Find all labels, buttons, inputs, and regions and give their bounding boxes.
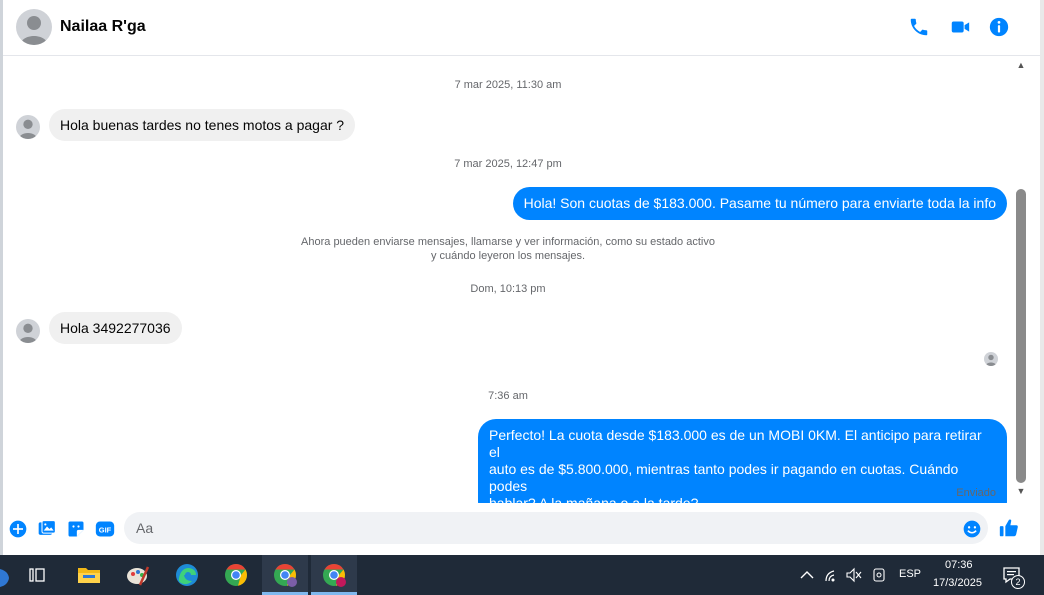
contact-avatar-small (16, 319, 40, 343)
privacy-notice: Ahora pueden enviarse mensajes, llamarse… (3, 235, 1013, 263)
contact-avatar-small (16, 115, 40, 139)
chat-header: Nailaa R'ga (3, 0, 1040, 56)
timestamp: 7:36 am (488, 390, 528, 402)
tray-clock-time[interactable]: 07:36 (945, 559, 973, 571)
edge-icon (176, 564, 198, 586)
edge-button[interactable] (164, 555, 210, 595)
chrome-profile-button[interactable] (262, 555, 308, 595)
device-icon[interactable] (872, 567, 886, 583)
chrome-button[interactable] (213, 555, 259, 595)
like-icon[interactable] (998, 517, 1020, 539)
sent-status: Enviado (956, 487, 996, 499)
composer: GIF Aa (3, 503, 1040, 555)
notification-count-badge: 2 (1011, 575, 1025, 589)
outgoing-message[interactable]: Hola! Son cuotas de $183.000. Pasame tu … (512, 187, 1007, 220)
task-view-icon (29, 568, 45, 582)
file-explorer-icon (78, 568, 100, 583)
timestamp: Dom, 10:13 pm (470, 283, 546, 295)
file-explorer-button[interactable] (66, 555, 112, 595)
message-list: 7 mar 2025, 11:30 am Hola buenas tardes … (3, 57, 1013, 520)
scroll-up-arrow[interactable]: ▲ (1015, 60, 1027, 70)
emoji-icon[interactable] (962, 519, 982, 539)
privacy-notice-line: Ahora pueden enviarse mensajes, llamarse… (301, 236, 715, 248)
start-button-icon[interactable] (0, 565, 10, 591)
paint-button[interactable] (115, 555, 161, 595)
gallery-icon[interactable] (37, 519, 57, 539)
contact-name[interactable]: Nailaa R'ga (60, 18, 146, 36)
plus-icon[interactable] (8, 519, 28, 539)
task-view-button[interactable] (14, 555, 60, 595)
network-icon[interactable] (824, 567, 840, 583)
video-call-icon[interactable] (949, 16, 971, 38)
scroll-down-arrow[interactable]: ▼ (1015, 486, 1027, 496)
window-right-edge (1040, 0, 1044, 555)
scrollbar-thumb[interactable] (1016, 189, 1026, 483)
message-line: auto es de $5.800.000, mientras tanto po… (489, 461, 959, 494)
gif-label: GIF (99, 525, 112, 534)
messenger-window: Nailaa R'ga 7 mar 2025, 11:30 am Hola bu… (0, 0, 1044, 555)
timestamp: 7 mar 2025, 12:47 pm (454, 158, 562, 170)
volume-muted-icon[interactable] (846, 567, 862, 583)
message-line: Perfecto! La cuota desde $183.000 es de … (489, 427, 982, 460)
info-icon[interactable] (988, 16, 1010, 38)
gif-icon[interactable]: GIF (95, 519, 115, 539)
message-input[interactable]: Aa (124, 512, 988, 544)
seen-indicator-avatar (984, 352, 998, 366)
phone-icon[interactable] (908, 16, 930, 38)
paint-icon (127, 566, 150, 586)
chevron-up-icon[interactable] (800, 569, 814, 581)
sticker-icon[interactable] (66, 519, 86, 539)
input-language[interactable]: ESP (899, 568, 921, 580)
contact-avatar[interactable] (16, 9, 52, 45)
timestamp: 7 mar 2025, 11:30 am (454, 79, 562, 91)
windows-taskbar: ESP 07:36 17/3/2025 2 (0, 555, 1044, 595)
chrome-icon (225, 564, 247, 586)
incoming-message[interactable]: Hola buenas tardes no tenes motos a paga… (49, 109, 356, 141)
tray-clock-date[interactable]: 17/3/2025 (933, 577, 982, 589)
privacy-notice-line: y cuándo leyeron los mensajes. (430, 250, 586, 262)
chrome-profile-active-button[interactable] (311, 555, 357, 595)
incoming-message[interactable]: Hola 3492277036 (49, 312, 182, 344)
chrome-profile-active-icon (323, 564, 346, 587)
chrome-profile-icon (274, 564, 297, 587)
